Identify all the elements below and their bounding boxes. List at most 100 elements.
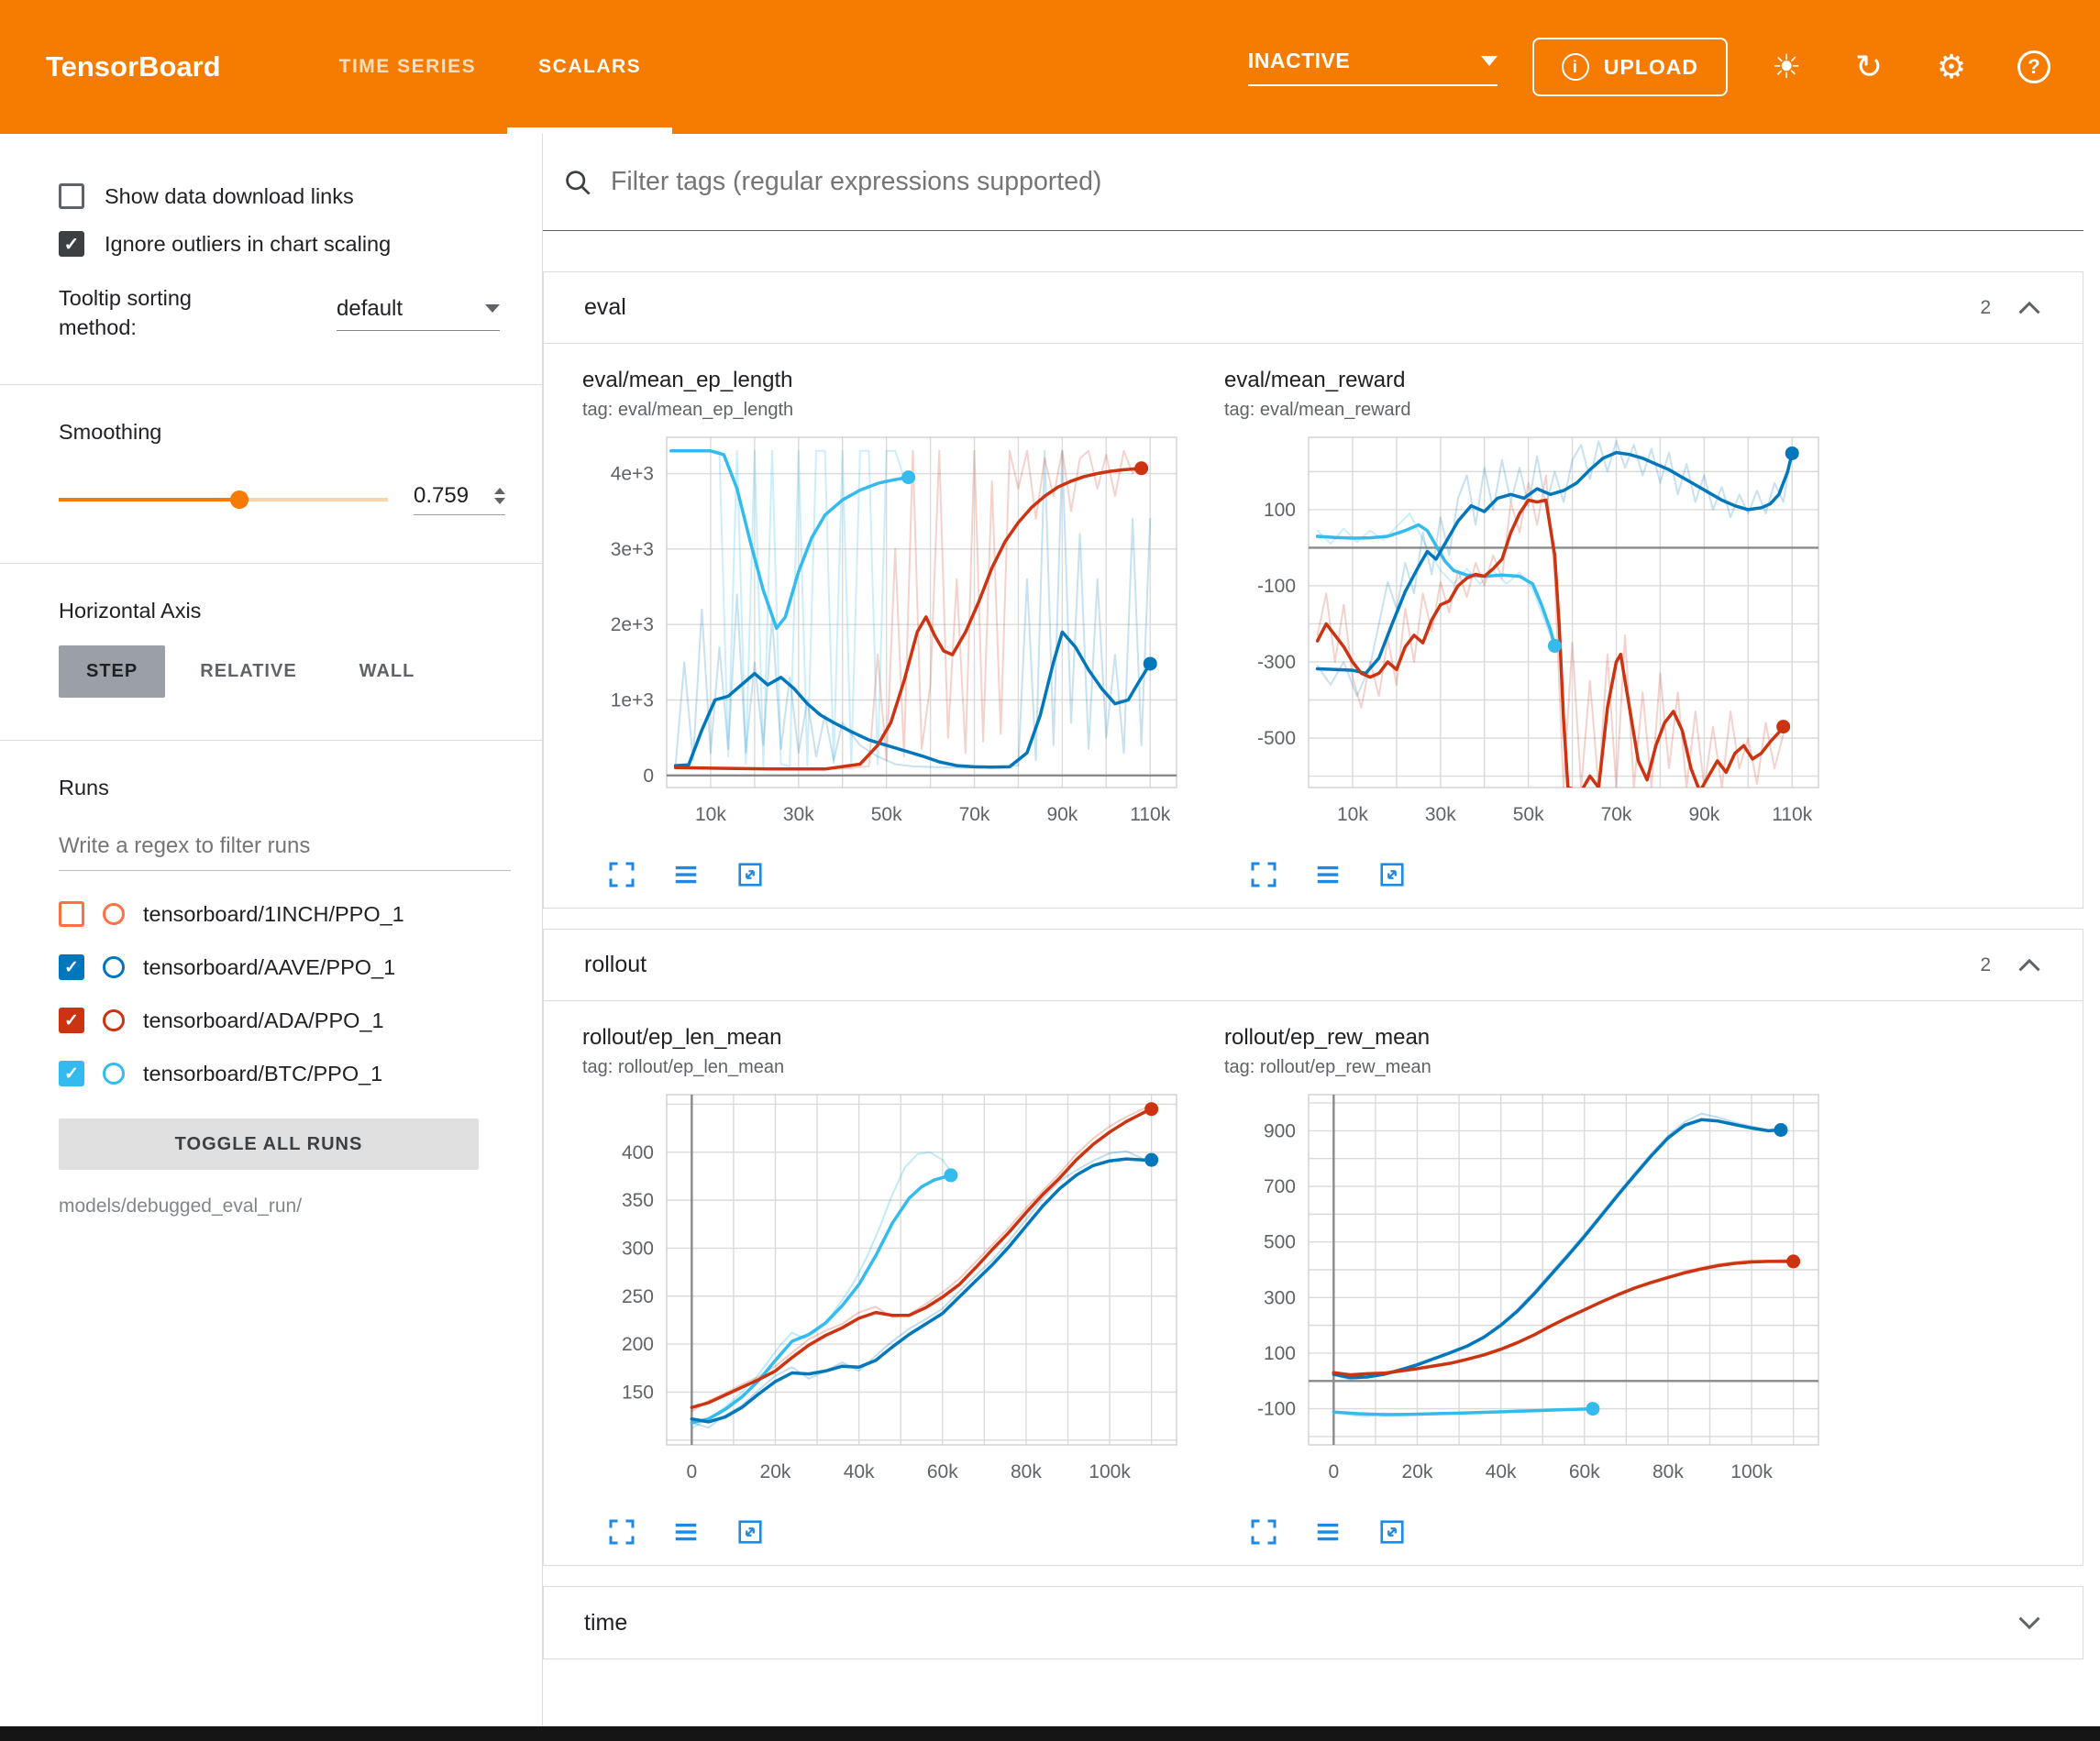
axis-relative-button[interactable]: RELATIVE: [172, 645, 324, 698]
toggle-all-runs-button[interactable]: TOGGLE ALL RUNS: [59, 1118, 479, 1170]
svg-text:100k: 100k: [1089, 1461, 1131, 1482]
fit-domain-icon[interactable]: [1376, 1517, 1408, 1548]
chart-tag: tag: eval/mean_reward: [1224, 400, 1866, 421]
log-scale-icon[interactable]: [1312, 860, 1343, 891]
svg-text:60k: 60k: [1569, 1461, 1600, 1482]
run-label: tensorboard/AAVE/PPO_1: [143, 955, 395, 980]
log-scale-icon[interactable]: [1312, 1517, 1343, 1548]
chart-title: eval/mean_ep_length: [582, 368, 1224, 393]
fullscreen-icon[interactable]: [606, 860, 637, 891]
svg-text:-100: -100: [1257, 576, 1296, 597]
chevron-down-icon[interactable]: [2017, 1615, 2042, 1631]
sidebar-divider: [0, 740, 542, 741]
smoothing-slider[interactable]: [59, 498, 388, 501]
fullscreen-icon[interactable]: [606, 1517, 637, 1548]
ignore-outliers-checkbox[interactable]: ✓: [59, 231, 84, 257]
brightness-icon[interactable]: ☀: [1763, 43, 1810, 91]
chevron-down-icon: [485, 304, 500, 313]
smoothing-value-box: [414, 483, 505, 515]
horizontal-axis-label: Horizontal Axis: [59, 599, 511, 623]
run-color-swatch[interactable]: [103, 903, 125, 925]
run-row-btc[interactable]: ✓ tensorboard/BTC/PPO_1: [59, 1047, 511, 1100]
svg-text:700: 700: [1264, 1176, 1296, 1197]
svg-text:900: 900: [1264, 1120, 1296, 1141]
chart-canvas[interactable]: 020k40k60k80k100k150200250300350400: [582, 1080, 1188, 1515]
section-title: time: [584, 1610, 627, 1636]
run-label: tensorboard/ADA/PPO_1: [143, 1008, 384, 1033]
run-checkbox[interactable]: ✓: [59, 1061, 84, 1086]
run-row-aave[interactable]: ✓ tensorboard/AAVE/PPO_1: [59, 941, 511, 994]
runs-title: Runs: [59, 776, 511, 800]
stepper-up-icon[interactable]: [494, 488, 505, 494]
chart-title: eval/mean_reward: [1224, 368, 1866, 393]
chart-canvas[interactable]: 020k40k60k80k100k-100100300500700900: [1224, 1080, 1829, 1515]
axis-step-button[interactable]: STEP: [59, 645, 165, 698]
chart-toolbar: [582, 1517, 1224, 1548]
status-dropdown[interactable]: INACTIVE: [1248, 49, 1498, 86]
chevron-up-icon[interactable]: [2017, 957, 2042, 973]
run-row-ada[interactable]: ✓ tensorboard/ADA/PPO_1: [59, 994, 511, 1047]
fit-domain-icon[interactable]: [735, 1517, 766, 1548]
run-checkbox[interactable]: [59, 901, 84, 927]
svg-text:100: 100: [1264, 1343, 1296, 1364]
runs-filter-input[interactable]: [59, 826, 511, 871]
chevron-up-icon[interactable]: [2017, 300, 2042, 315]
ignore-outliers-label: Ignore outliers in chart scaling: [105, 232, 391, 257]
axis-wall-button[interactable]: WALL: [332, 645, 443, 698]
run-checkbox[interactable]: ✓: [59, 954, 84, 980]
tab-scalars[interactable]: SCALARS: [507, 0, 672, 134]
refresh-icon[interactable]: ↻: [1845, 43, 1893, 91]
show-download-links-checkbox[interactable]: [59, 183, 84, 209]
sidebar-divider: [0, 563, 542, 564]
svg-text:250: 250: [622, 1286, 654, 1307]
fit-domain-icon[interactable]: [735, 860, 766, 891]
help-icon[interactable]: ?: [2010, 43, 2058, 91]
run-color-swatch[interactable]: [103, 956, 125, 978]
section-time-header[interactable]: time: [544, 1587, 2083, 1658]
chart-eval-mean-ep-length: eval/mean_ep_length tag: eval/mean_ep_le…: [582, 368, 1224, 891]
run-checkbox[interactable]: ✓: [59, 1008, 84, 1033]
show-download-links-row[interactable]: Show data download links: [59, 183, 511, 209]
section-eval: eval 2 eval/mean_ep_length tag: eval/mea…: [543, 271, 2083, 909]
smoothing-stepper[interactable]: [494, 488, 505, 504]
status-dropdown-value: INACTIVE: [1248, 49, 1350, 73]
svg-text:500: 500: [1264, 1232, 1296, 1253]
chart-canvas[interactable]: 10k30k50k70k90k110k-500-300-100100: [1224, 423, 1829, 858]
upload-button[interactable]: i UPLOAD: [1532, 38, 1728, 96]
ignore-outliers-row[interactable]: ✓ Ignore outliers in chart scaling: [59, 231, 511, 257]
svg-text:60k: 60k: [927, 1461, 958, 1482]
tag-filter-input[interactable]: [609, 166, 2063, 198]
tooltip-sorting-label: Tooltip sorting method:: [59, 284, 251, 342]
chart-tag: tag: rollout/ep_rew_mean: [1224, 1057, 1866, 1078]
tab-time-series[interactable]: TIME SERIES: [308, 0, 508, 134]
log-scale-icon[interactable]: [670, 1517, 702, 1548]
svg-text:40k: 40k: [1486, 1461, 1517, 1482]
smoothing-slider-thumb[interactable]: [230, 490, 249, 509]
run-color-swatch[interactable]: [103, 1009, 125, 1031]
show-download-links-label: Show data download links: [105, 184, 354, 209]
section-eval-header[interactable]: eval 2: [544, 272, 2083, 344]
run-row-1inch[interactable]: tensorboard/1INCH/PPO_1: [59, 887, 511, 941]
fit-domain-icon[interactable]: [1376, 860, 1408, 891]
svg-text:0: 0: [1329, 1461, 1340, 1482]
tooltip-sorting-value: default: [337, 296, 403, 322]
fullscreen-icon[interactable]: [1248, 1517, 1279, 1548]
section-rollout-header[interactable]: rollout 2: [544, 930, 2083, 1001]
settings-gear-icon[interactable]: ⚙: [1928, 43, 1975, 91]
app-header: TensorBoard TIME SERIES SCALARS INACTIVE…: [0, 0, 2100, 134]
smoothing-value-input[interactable]: [414, 483, 472, 509]
chart-rollout-ep-len-mean: rollout/ep_len_mean tag: rollout/ep_len_…: [582, 1025, 1224, 1548]
svg-text:200: 200: [622, 1334, 654, 1355]
chart-tag: tag: eval/mean_ep_length: [582, 400, 1224, 421]
run-color-swatch[interactable]: [103, 1063, 125, 1085]
svg-text:300: 300: [622, 1238, 654, 1259]
section-count: 2: [1980, 954, 1991, 976]
svg-text:-500: -500: [1257, 728, 1296, 749]
chart-canvas[interactable]: 10k30k50k70k90k110k01e+32e+33e+34e+3: [582, 423, 1188, 858]
top-nav: TIME SERIES SCALARS: [308, 0, 673, 134]
tooltip-sorting-dropdown[interactable]: default: [337, 296, 500, 331]
chevron-down-icon: [1481, 56, 1498, 66]
fullscreen-icon[interactable]: [1248, 860, 1279, 891]
stepper-down-icon[interactable]: [494, 498, 505, 504]
log-scale-icon[interactable]: [670, 860, 702, 891]
